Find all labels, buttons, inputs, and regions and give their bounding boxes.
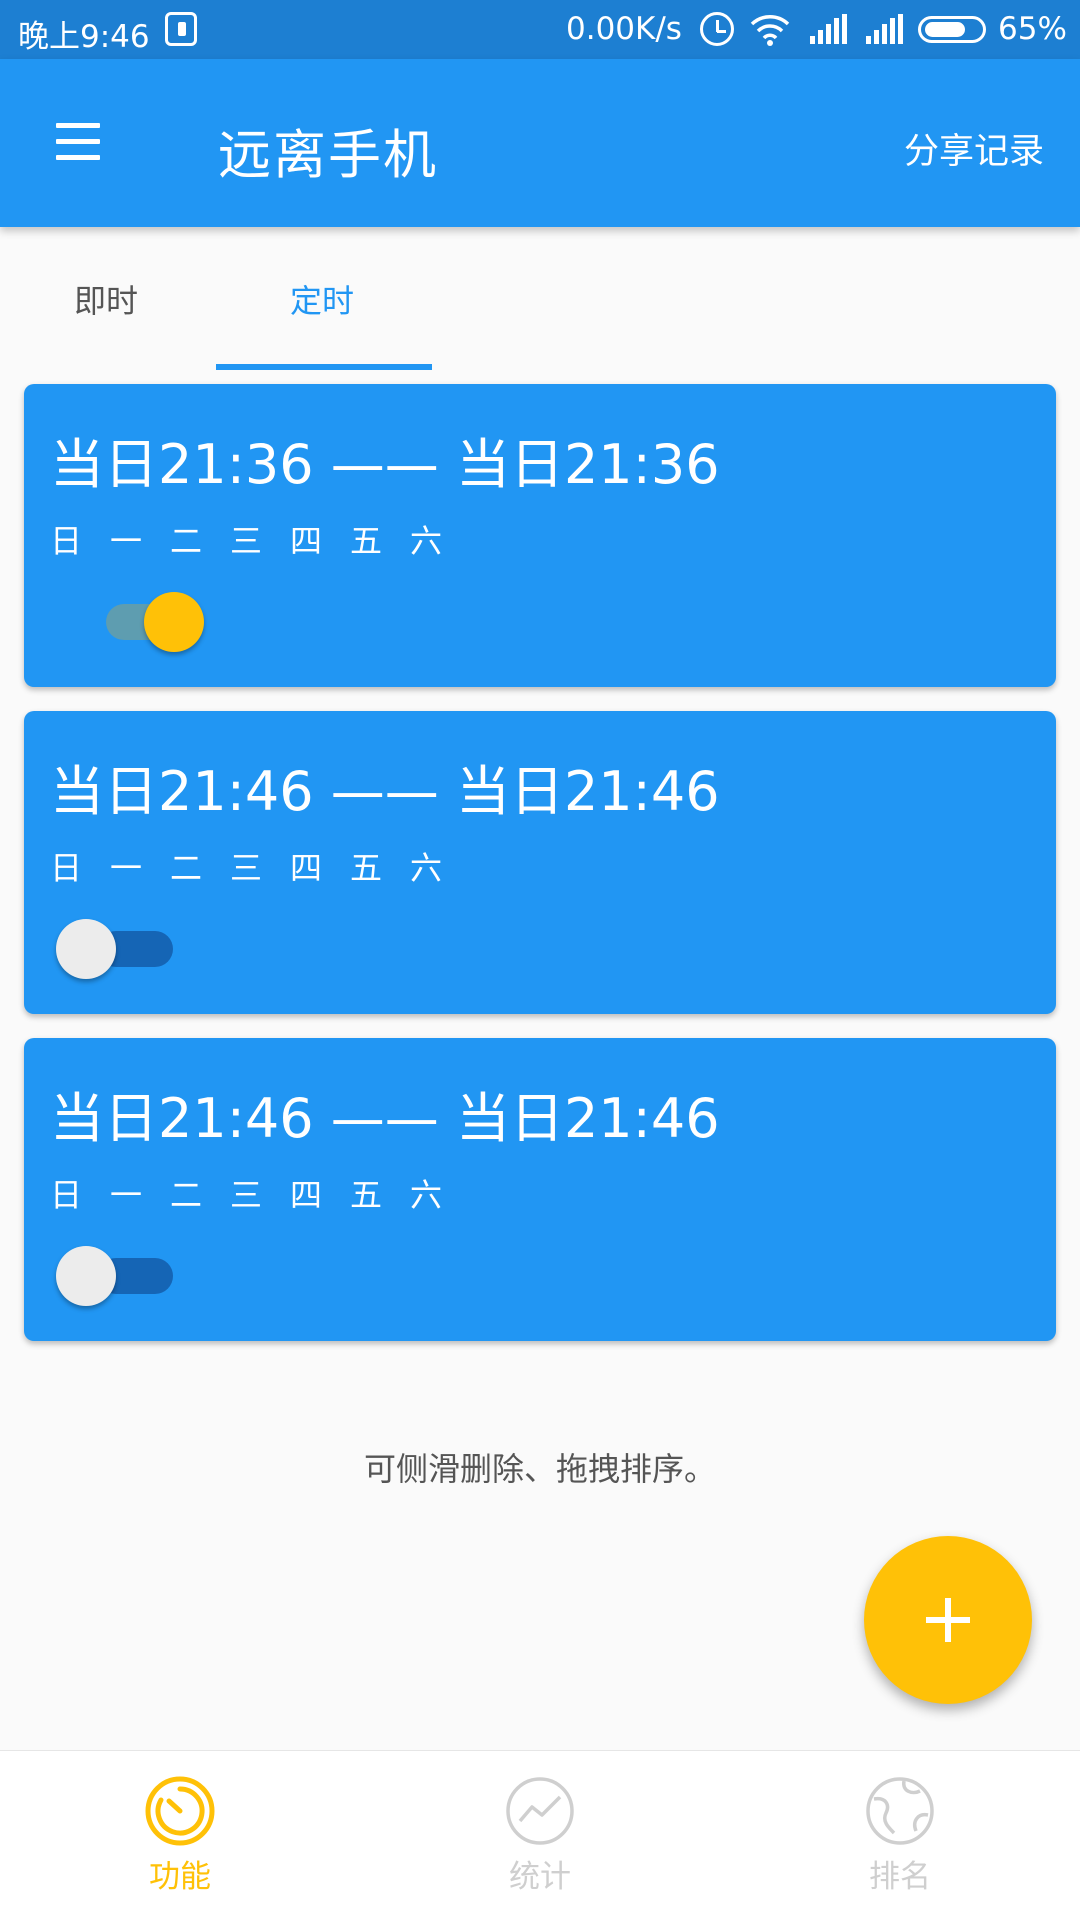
nav-label: 统计: [509, 1859, 571, 1895]
schedule-toggle[interactable]: [56, 1246, 186, 1316]
schedule-toggle[interactable]: [80, 592, 210, 662]
toggle-thumb: [56, 919, 116, 979]
schedule-toggle[interactable]: [56, 919, 186, 989]
nav-item-statistics[interactable]: 统计: [360, 1751, 720, 1920]
weekday-label: 一: [110, 522, 143, 560]
signal-icon: [810, 14, 847, 44]
weekday-label: 日: [50, 849, 83, 887]
weekday-list: 日 一 二 三 四 五 六: [50, 843, 470, 889]
weekday-label: 二: [170, 522, 203, 560]
weekday-label: 一: [110, 849, 143, 887]
nav-label: 功能: [149, 1859, 211, 1895]
schedule-card[interactable]: 当日21:46 —— 当日21:46 日 一 二 三 四 五 六: [24, 1038, 1056, 1341]
weekday-list: 日 一 二 三 四 五 六: [50, 1170, 470, 1216]
menu-icon[interactable]: [44, 111, 114, 171]
weekday-list: 日 一 二 三 四 五 六: [50, 516, 470, 562]
schedule-time-range: 当日21:46 —— 当日21:46: [50, 760, 720, 823]
status-time: 晚上9:46: [18, 19, 150, 55]
toggle-thumb: [56, 1246, 116, 1306]
wifi-icon: [750, 15, 790, 46]
status-bar: 晚上9:46 0.00K/s 65%: [0, 0, 1080, 59]
weekday-label: 四: [290, 1176, 323, 1214]
tab-scheduled[interactable]: 定时: [290, 276, 354, 322]
nav-item-features[interactable]: 功能: [0, 1751, 360, 1920]
chart-line-icon: [506, 1777, 574, 1845]
timer-icon: [145, 1776, 215, 1846]
schedule-time-range: 当日21:36 —— 当日21:36: [50, 433, 720, 496]
battery-level: 65%: [998, 11, 1067, 47]
weekday-label: 三: [230, 522, 263, 560]
weekday-label: 日: [50, 522, 83, 560]
globe-icon: [866, 1777, 934, 1845]
bottom-nav: 功能 统计 排名: [0, 1750, 1080, 1920]
weekday-label: 四: [290, 849, 323, 887]
app-bar: 远离手机 分享记录: [0, 59, 1080, 227]
weekday-label: 一: [110, 1176, 143, 1214]
nav-item-ranking[interactable]: 排名: [720, 1751, 1080, 1920]
weekday-label: 三: [230, 1176, 263, 1214]
add-schedule-button[interactable]: [864, 1536, 1032, 1704]
weekday-label: 五: [350, 849, 383, 887]
sim-card-icon: [165, 12, 197, 46]
weekday-label: 六: [410, 522, 443, 560]
battery-icon: [918, 16, 986, 43]
weekday-label: 三: [230, 849, 263, 887]
weekday-label: 六: [410, 1176, 443, 1214]
network-speed: 0.00K/s: [566, 11, 682, 47]
weekday-label: 五: [350, 1176, 383, 1214]
tab-indicator: [216, 364, 432, 370]
hint-text: 可侧滑删除、拖拽排序。: [363, 1450, 716, 1488]
nav-label: 排名: [869, 1859, 931, 1895]
weekday-label: 二: [170, 849, 203, 887]
weekday-label: 六: [410, 849, 443, 887]
weekday-label: 二: [170, 1176, 203, 1214]
schedule-card[interactable]: 当日21:46 —— 当日21:46 日 一 二 三 四 五 六: [24, 711, 1056, 1014]
alarm-icon: [700, 12, 734, 46]
weekday-label: 日: [50, 1176, 83, 1214]
weekday-label: 四: [290, 522, 323, 560]
share-records-button[interactable]: 分享记录: [904, 123, 1044, 174]
schedule-time-range: 当日21:46 —— 当日21:46: [50, 1087, 720, 1150]
tab-instant[interactable]: 即时: [74, 276, 138, 322]
schedule-card[interactable]: 当日21:36 —— 当日21:36 日 一 二 三 四 五 六: [24, 384, 1056, 687]
signal-icon: [866, 14, 903, 44]
toggle-thumb: [144, 592, 204, 652]
page-title: 远离手机: [218, 125, 438, 186]
weekday-label: 五: [350, 522, 383, 560]
